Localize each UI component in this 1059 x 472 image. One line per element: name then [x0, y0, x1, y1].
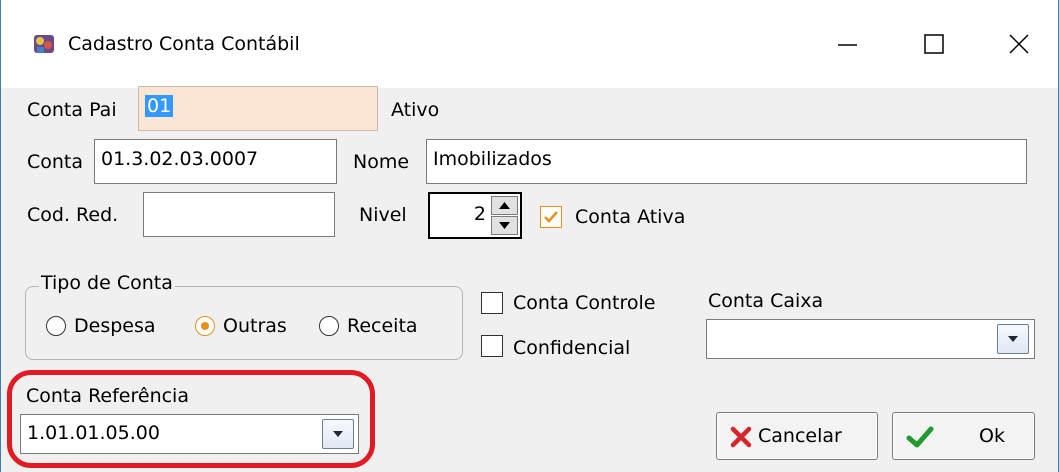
conta-controle-label: Conta Controle — [513, 292, 656, 314]
nivel-spinner[interactable]: 2 — [428, 192, 522, 239]
ok-button-label: Ok — [979, 425, 1005, 447]
maximize-button[interactable] — [906, 22, 962, 66]
conta-referencia-label: Conta Referência — [26, 385, 189, 407]
conta-caixa-select[interactable] — [706, 319, 1035, 359]
title-bar[interactable]: Cadastro Conta Contábil — [1, 0, 1058, 88]
spin-down-button[interactable] — [491, 216, 518, 235]
radio-despesa[interactable] — [46, 316, 66, 336]
conta-ativa-label: Conta Ativa — [575, 206, 686, 228]
ok-button[interactable]: Ok — [892, 412, 1035, 460]
close-button[interactable] — [991, 22, 1047, 66]
conta-input[interactable]: 01.3.02.03.0007 — [94, 139, 337, 184]
triangle-up-icon — [499, 202, 510, 209]
conta-caixa-label: Conta Caixa — [708, 290, 824, 312]
chevron-down-icon — [1008, 336, 1018, 342]
cancel-button[interactable]: Cancelar — [716, 412, 878, 460]
checkmark-icon — [544, 211, 558, 223]
radio-receita-label: Receita — [347, 315, 418, 337]
conta-controle-checkbox[interactable] — [481, 292, 503, 314]
radio-despesa-label: Despesa — [74, 315, 156, 337]
triangle-down-icon — [499, 222, 510, 229]
nome-value: Imobilizados — [433, 148, 552, 170]
minimize-button[interactable] — [819, 22, 875, 66]
nivel-value: 2 — [473, 203, 486, 225]
nome-input[interactable]: Imobilizados — [426, 139, 1027, 184]
close-icon — [730, 426, 752, 448]
radio-outras-label: Outras — [223, 315, 287, 337]
cod-red-input[interactable] — [143, 192, 335, 237]
cancel-button-label: Cancelar — [758, 425, 842, 447]
nivel-spin-buttons — [491, 196, 518, 235]
radio-outras[interactable] — [195, 316, 215, 336]
conta-value: 01.3.02.03.0007 — [101, 148, 259, 170]
conta-pai-input[interactable]: 01 — [138, 86, 378, 131]
maximize-icon — [924, 34, 944, 54]
conta-caixa-dropdown-button[interactable] — [997, 324, 1029, 354]
conta-referencia-value: 1.01.01.05.00 — [27, 422, 160, 444]
conta-referencia-select[interactable]: 1.01.01.05.00 — [20, 414, 359, 454]
conta-ativa-checkbox[interactable] — [540, 206, 562, 228]
confidencial-checkbox[interactable] — [481, 335, 503, 357]
cod-red-label: Cod. Red. — [27, 204, 119, 226]
conta-label: Conta — [27, 151, 84, 173]
conta-pai-label: Conta Pai — [27, 99, 117, 121]
conta-pai-value: 01 — [145, 95, 174, 117]
conta-pai-status: Ativo — [391, 99, 440, 121]
spin-up-button[interactable] — [491, 196, 518, 215]
chevron-down-icon — [333, 431, 343, 437]
tipo-conta-legend: Tipo de Conta — [39, 272, 175, 294]
window-title: Cadastro Conta Contábil — [68, 33, 300, 55]
nivel-label: Nivel — [359, 204, 407, 226]
dialog-window: Cadastro Conta Contábil Conta Pai 01 Ati… — [0, 0, 1059, 472]
close-icon — [1009, 34, 1029, 54]
conta-referencia-dropdown-button[interactable] — [322, 419, 354, 449]
confidencial-label: Confidencial — [513, 337, 631, 359]
nome-label: Nome — [353, 151, 410, 173]
radio-receita[interactable] — [319, 316, 339, 336]
minimize-icon — [838, 44, 857, 46]
app-icon — [34, 35, 54, 53]
checkmark-icon — [906, 426, 934, 448]
